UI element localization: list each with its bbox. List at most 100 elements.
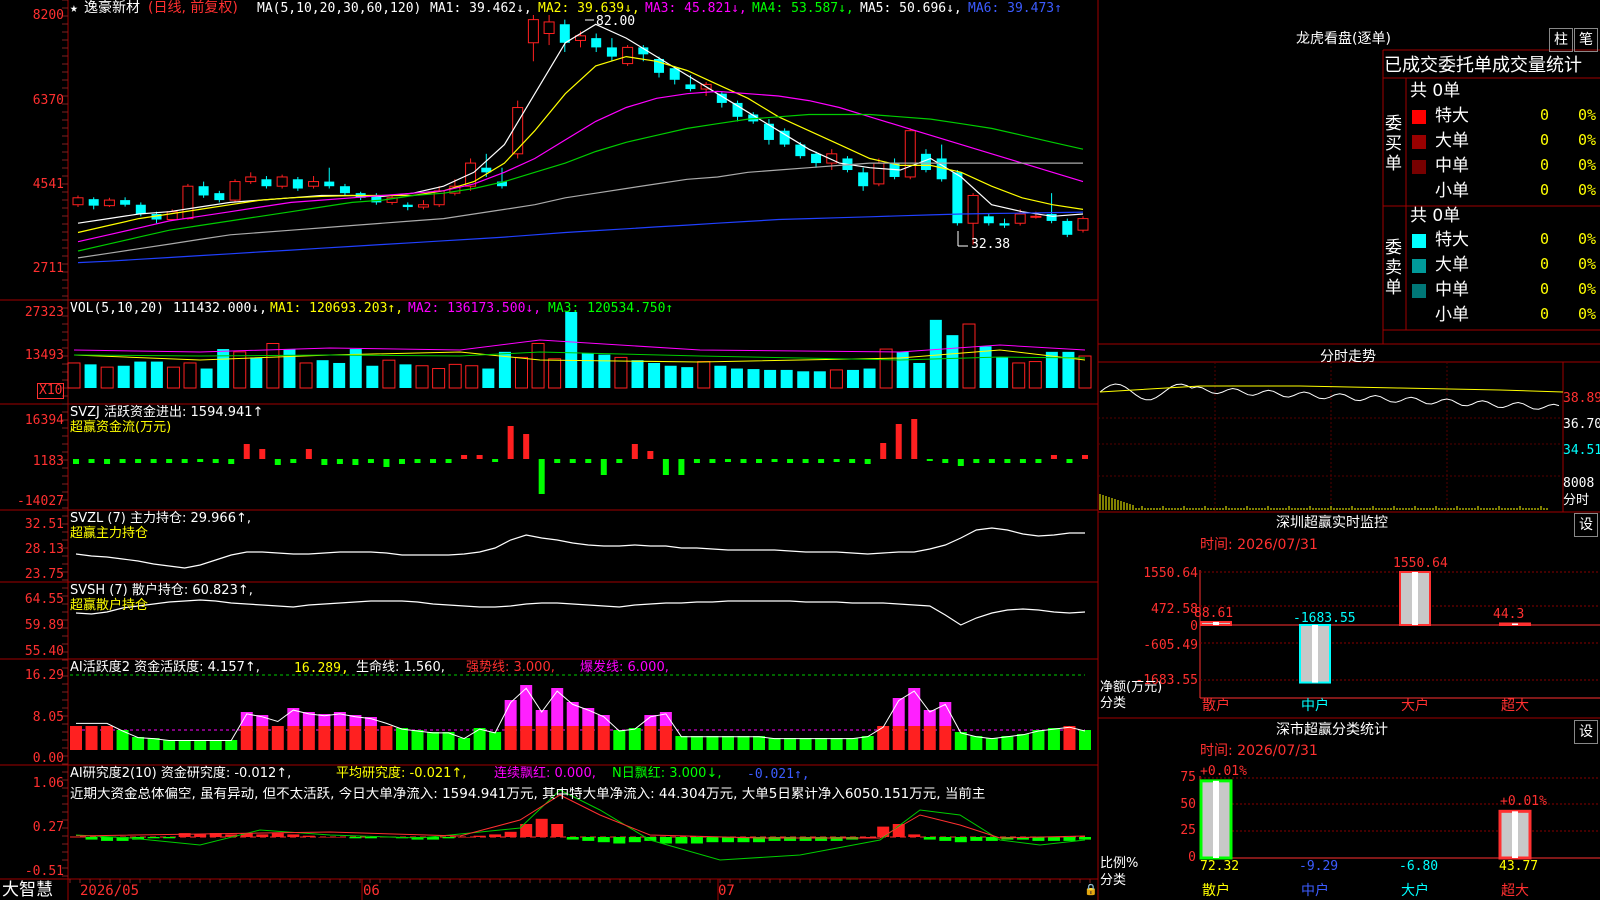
candle-up [575,35,586,41]
sell-row-name: 大单 [1435,255,1469,275]
candle-up [276,176,288,187]
ai1-strongline: 强势线: 3.000, [466,660,555,675]
activity-bar-green [1047,728,1060,750]
sell-color-swatch [1412,309,1426,323]
research-bar-red [318,837,331,838]
candle-up [873,162,885,185]
buy-row-pct: 0% [1578,181,1597,199]
fundflow-bar-out [678,459,685,475]
volume-bar-up [183,362,197,389]
volume-bar-up [233,351,247,389]
ai2-title: AI研究度2(10) 资金研究度: -0.012↑, [70,766,292,781]
activity-bar-green [954,732,967,750]
buy-color-swatch [1412,185,1426,199]
sz-bar-label: 44.3 [1493,607,1525,623]
fundflow-bar-out [119,459,126,463]
sz-bar-shine [1213,621,1219,625]
activity-bar-green [209,740,222,750]
szcls-axis-label: 50 [1180,797,1196,812]
activity-bar-green [690,736,703,750]
fundflow-bar-out [724,459,731,462]
candle-up [417,204,429,208]
activity-bar-red [380,726,393,750]
volume-bar-down [200,368,213,388]
fundflow-bar-out [197,459,204,462]
buy-row-pct: 0% [1578,131,1597,149]
main-chart-canvas[interactable] [0,0,1600,900]
lock-icon[interactable]: 🔒 [1084,883,1098,897]
sz-bar-label: 88.61 [1194,605,1234,621]
research-bar-green [939,837,952,841]
sz-axis-label: 472.58 [1151,602,1198,617]
candle-up [527,19,539,44]
szcls-category-label: 散户 [1202,883,1230,899]
sz-category-label: 大户 [1401,698,1429,714]
activity-bar-red [659,726,672,750]
candle-up [72,197,84,206]
activity-bar-green [395,728,408,750]
volume-bar-down [946,335,959,388]
vol-ma3: MA3: 120534.750↑ [548,301,674,316]
szcls-settings-button[interactable]: 设 [1574,720,1598,744]
fundflow-bar-in [895,424,902,459]
dragon-tabs[interactable]: 已成交委托单成交量统计 [1384,55,1582,77]
svzl-subtitle: 超赢主力持仓 [70,526,149,541]
svzl-title: SVZL (7) 主力持仓: 29.966↑, [70,511,251,526]
activity-bar-red [566,726,579,750]
activity-bar-red [302,726,315,750]
chart-mode[interactable]: (日线, 前复权) [148,1,238,15]
activity-bar-green [985,738,998,750]
research-bar-green [706,837,719,843]
volume-bar-up [299,362,313,389]
fundflow-bar-out [228,459,235,464]
sell-row-pct: 0% [1578,255,1597,273]
retail-position-line [75,599,1086,626]
research-bar-red [551,824,564,837]
candle-up [103,199,115,207]
ma5-line [77,23,1084,224]
sell-row-count: 0 [1540,280,1550,298]
price-high-note: 82.00 [596,14,636,29]
volume-bar-up [1028,361,1042,389]
fundflow-bar-in [461,455,468,459]
activity-bar-red [287,726,300,750]
activity-bar-green [225,740,238,750]
ai2-axis-label: 0.27 [32,820,64,835]
research-bar-red [489,834,502,837]
volume-bar-up [514,356,528,389]
szcls-top-label: +0.01% [1200,764,1247,779]
sell-row-count: 0 [1540,230,1550,248]
research-bar-green [675,837,688,844]
vol-unit-badge[interactable]: X10 [37,383,65,399]
sell-row-pct: 0% [1578,230,1597,248]
minute-unit: 分时 [1563,493,1590,508]
minute-vol-label: 8008 [1563,476,1595,491]
candle-down [983,216,994,224]
minute-axis-label: 34.51 [1563,443,1600,458]
fundflow-bar-in [911,419,918,459]
volume-bar-down [366,365,379,388]
price-axis-label: 6370 [32,93,64,108]
fundflow-bar-out [973,459,980,463]
activity-bar-red [644,726,657,750]
activity-bar-green [458,738,471,750]
bar-mode-button[interactable]: 柱 [1549,28,1573,52]
szcls-axis-label: 0 [1188,850,1196,865]
fundflow-bar-out [135,459,142,463]
activity-bar-green [163,740,176,750]
candle-down [811,153,822,164]
buy-color-swatch [1412,160,1426,174]
sz-ylabel: 净额(万元) [1100,680,1163,695]
volume-bar-down [913,362,926,388]
vol-axis-label: 27323 [24,305,64,320]
tick-mode-button[interactable]: 笔 [1574,28,1598,52]
date-axis-label: 06 [363,883,380,899]
sell-color-swatch [1412,284,1426,298]
sz-settings-button[interactable]: 设 [1574,513,1598,537]
activity-bar-red [364,726,377,750]
minute-axis-label: 38.89 [1563,391,1600,406]
favorite-star-icon[interactable]: ★ [70,2,78,16]
ai1-value2: 16.289, [294,661,349,676]
svzj-title: SVZJ 活跃资金进出: 1594.941↑ [70,405,264,420]
sz-axis-label: -605.49 [1143,638,1198,653]
